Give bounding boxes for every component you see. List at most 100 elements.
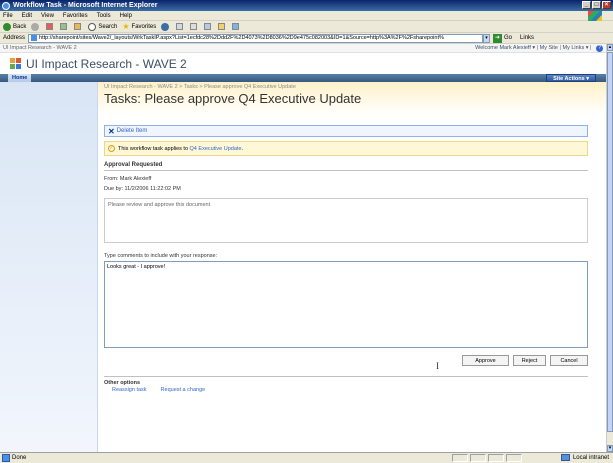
my-site-link[interactable]: My Site	[540, 45, 558, 51]
window-title: Workflow Task - Microsoft Internet Explo…	[13, 2, 158, 9]
top-nav-bar: Home Site Actions ▾	[0, 74, 606, 82]
search-button[interactable]: Search	[88, 22, 117, 31]
left-navigation	[0, 82, 98, 452]
status-text: Done	[12, 455, 27, 461]
section-title: Approval Requested	[104, 162, 588, 171]
form-toolbar: ✕ Delete Item	[104, 125, 588, 137]
menu-tools[interactable]: Tools	[97, 13, 111, 19]
messenger-icon	[232, 23, 240, 30]
address-dropdown-button[interactable]: ▾	[483, 33, 491, 43]
windows-logo-icon	[588, 11, 602, 21]
request-description: Please review and approve this document	[104, 198, 588, 243]
page-viewport: UI Impact Research - WAVE 2 Welcome Mark…	[0, 44, 606, 452]
workflow-notice: ✓ This workflow task applies to Q4 Execu…	[104, 141, 588, 156]
media-icon	[161, 22, 170, 31]
from-text: From: Mark Alexieff	[104, 176, 152, 182]
edit-icon	[204, 23, 212, 30]
menu-file[interactable]: File	[3, 13, 13, 19]
folder-button[interactable]	[218, 23, 227, 30]
document-link[interactable]: Q4 Executive Update	[190, 146, 242, 152]
scroll-up-icon[interactable]: ▴	[607, 44, 613, 51]
page-title: Tasks: Please approve Q4 Executive Updat…	[104, 91, 362, 106]
comments-label: Type comments to include with your respo…	[104, 253, 218, 259]
page-icon	[31, 35, 38, 41]
refresh-icon	[60, 23, 68, 30]
scrollbar-thumb[interactable]	[607, 52, 613, 432]
address-url: http://sharepoint/sites/Wave2/_layouts/W…	[39, 35, 444, 41]
sharepoint-logo-icon	[10, 58, 22, 69]
vertical-scrollbar[interactable]: ▴ ▾	[606, 44, 613, 452]
security-zone: Local intranet	[560, 454, 609, 461]
site-title[interactable]: UI Impact Research - WAVE 2	[26, 57, 187, 71]
page-done-icon	[2, 454, 10, 462]
menu-bar: File Edit View Favorites Tools Help	[0, 11, 613, 21]
checkmark-icon: ✓	[108, 145, 115, 152]
delete-x-icon: ✕	[108, 126, 115, 136]
delete-item-button[interactable]: ✕ Delete Item	[108, 127, 147, 136]
stop-button[interactable]	[46, 23, 55, 30]
home-button[interactable]	[74, 23, 83, 30]
menu-view[interactable]: View	[41, 13, 54, 19]
sharepoint-global-bar: UI Impact Research - WAVE 2 Welcome Mark…	[0, 44, 606, 53]
intranet-icon	[560, 454, 570, 461]
title-area: UI Impact Research - WAVE 2 > Tasks > Pl…	[98, 82, 606, 115]
folder-icon	[218, 23, 226, 30]
help-icon[interactable]: ?	[596, 44, 603, 52]
menu-help[interactable]: Help	[120, 13, 132, 19]
breadcrumb[interactable]: UI Impact Research - WAVE 2 > Tasks > Pl…	[104, 84, 606, 90]
forward-arrow-icon	[31, 22, 40, 31]
main-content: UI Impact Research - WAVE 2 > Tasks > Pl…	[98, 82, 606, 452]
ie-icon	[2, 1, 10, 10]
user-links: Welcome Mark Alexieff ▾ | My Site | My L…	[475, 44, 603, 52]
menu-edit[interactable]: Edit	[22, 13, 32, 19]
browser-toolbar: Back Search ★ Favorites	[0, 21, 613, 33]
cancel-button[interactable]: Cancel	[550, 355, 588, 366]
mail-icon	[176, 23, 184, 30]
star-icon: ★	[122, 22, 130, 31]
welcome-menu[interactable]: Welcome Mark Alexieff ▾	[475, 45, 535, 51]
minimize-button[interactable]: _	[582, 1, 591, 9]
scroll-down-icon[interactable]: ▾	[607, 445, 613, 452]
go-button[interactable]: ➜ Go	[493, 33, 512, 43]
messenger-button[interactable]	[232, 23, 241, 30]
menu-favorites[interactable]: Favorites	[63, 13, 88, 19]
address-input[interactable]: http://sharepoint/sites/Wave2/_layouts/W…	[28, 33, 484, 43]
other-options-heading: Other options	[104, 376, 588, 386]
request-change-link[interactable]: Request a change	[161, 387, 206, 393]
tab-home[interactable]: Home	[8, 74, 32, 82]
refresh-button[interactable]	[60, 23, 69, 30]
search-icon	[88, 22, 97, 31]
status-panels	[452, 454, 522, 462]
print-button[interactable]	[190, 23, 199, 30]
media-button[interactable]	[161, 22, 171, 31]
links-button[interactable]: Links	[520, 35, 534, 41]
back-button[interactable]: Back	[3, 22, 26, 31]
forward-button[interactable]	[31, 22, 41, 31]
window-title-bar: Workflow Task - Microsoft Internet Explo…	[0, 0, 613, 11]
site-header: UI Impact Research - WAVE 2	[0, 53, 606, 74]
back-arrow-icon	[3, 22, 11, 31]
home-icon	[74, 23, 82, 30]
close-button[interactable]: ×	[602, 1, 611, 9]
maximize-button[interactable]: □	[592, 1, 601, 9]
favorites-button[interactable]: ★ Favorites	[122, 22, 156, 31]
approve-button[interactable]: Approve	[462, 355, 509, 366]
task-form: ✕ Delete Item ✓ This workflow task appli…	[98, 125, 606, 393]
edit-button[interactable]	[204, 23, 213, 30]
action-buttons: Approve Reject Cancel	[104, 355, 588, 366]
reassign-task-link[interactable]: Reassign task	[112, 387, 147, 393]
site-actions-menu[interactable]: Site Actions ▾	[546, 74, 596, 82]
site-breadcrumb-top[interactable]: UI Impact Research - WAVE 2	[3, 45, 77, 51]
my-links-menu[interactable]: My Links ▾	[563, 45, 589, 51]
text-cursor-icon: I	[436, 361, 439, 371]
address-label: Address	[3, 35, 26, 41]
page-body: UI Impact Research - WAVE 2 > Tasks > Pl…	[0, 82, 606, 452]
comments-textarea[interactable]	[104, 261, 588, 348]
print-icon	[190, 23, 198, 30]
stop-icon	[46, 23, 54, 30]
due-by-text: Due by: 11/2/2006 11:22:02 PM	[104, 186, 181, 192]
mail-button[interactable]	[176, 23, 185, 30]
reject-button[interactable]: Reject	[513, 355, 546, 366]
go-arrow-icon: ➜	[493, 33, 503, 43]
address-bar: Address http://sharepoint/sites/Wave2/_l…	[0, 33, 613, 44]
